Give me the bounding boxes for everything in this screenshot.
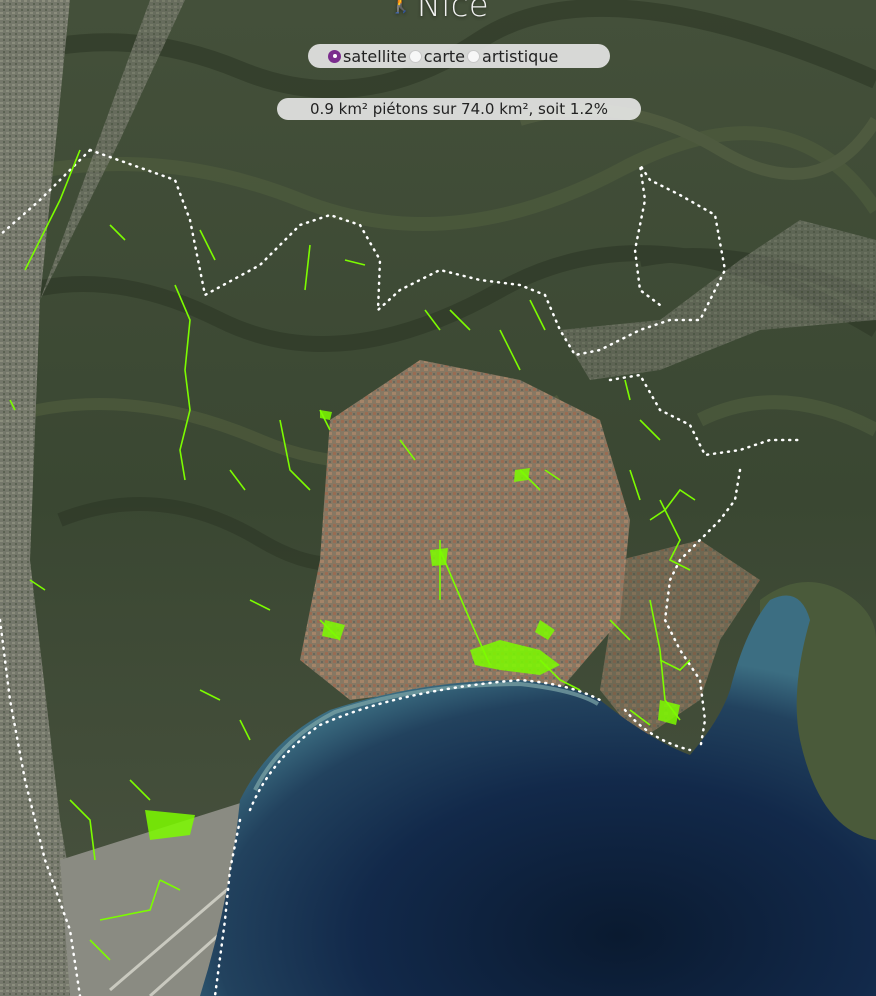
layer-label-satellite: satellite — [343, 46, 407, 66]
city-name: Nice — [416, 0, 489, 24]
layer-selector: satellite carte artistique — [308, 44, 610, 68]
satellite-map[interactable] — [0, 0, 876, 996]
pedestrian-stats: 0.9 km² piétons sur 74.0 km², soit 1.2% — [277, 98, 641, 120]
radio-selected-icon[interactable] — [328, 49, 341, 63]
radio-unselected-icon[interactable] — [408, 49, 422, 63]
layer-option-artistique[interactable]: artistique — [467, 47, 558, 66]
layer-option-satellite[interactable]: satellite — [328, 47, 407, 66]
city-center — [300, 360, 630, 700]
radio-unselected-icon[interactable] — [467, 49, 481, 63]
pedestrian-walking-icon: 🚶 — [386, 0, 415, 15]
layer-label-artistique: artistique — [482, 46, 559, 66]
layer-option-carte[interactable]: carte — [408, 46, 466, 66]
page-title: 🚶 Nice — [0, 0, 876, 24]
layer-label-carte: carte — [423, 46, 466, 66]
